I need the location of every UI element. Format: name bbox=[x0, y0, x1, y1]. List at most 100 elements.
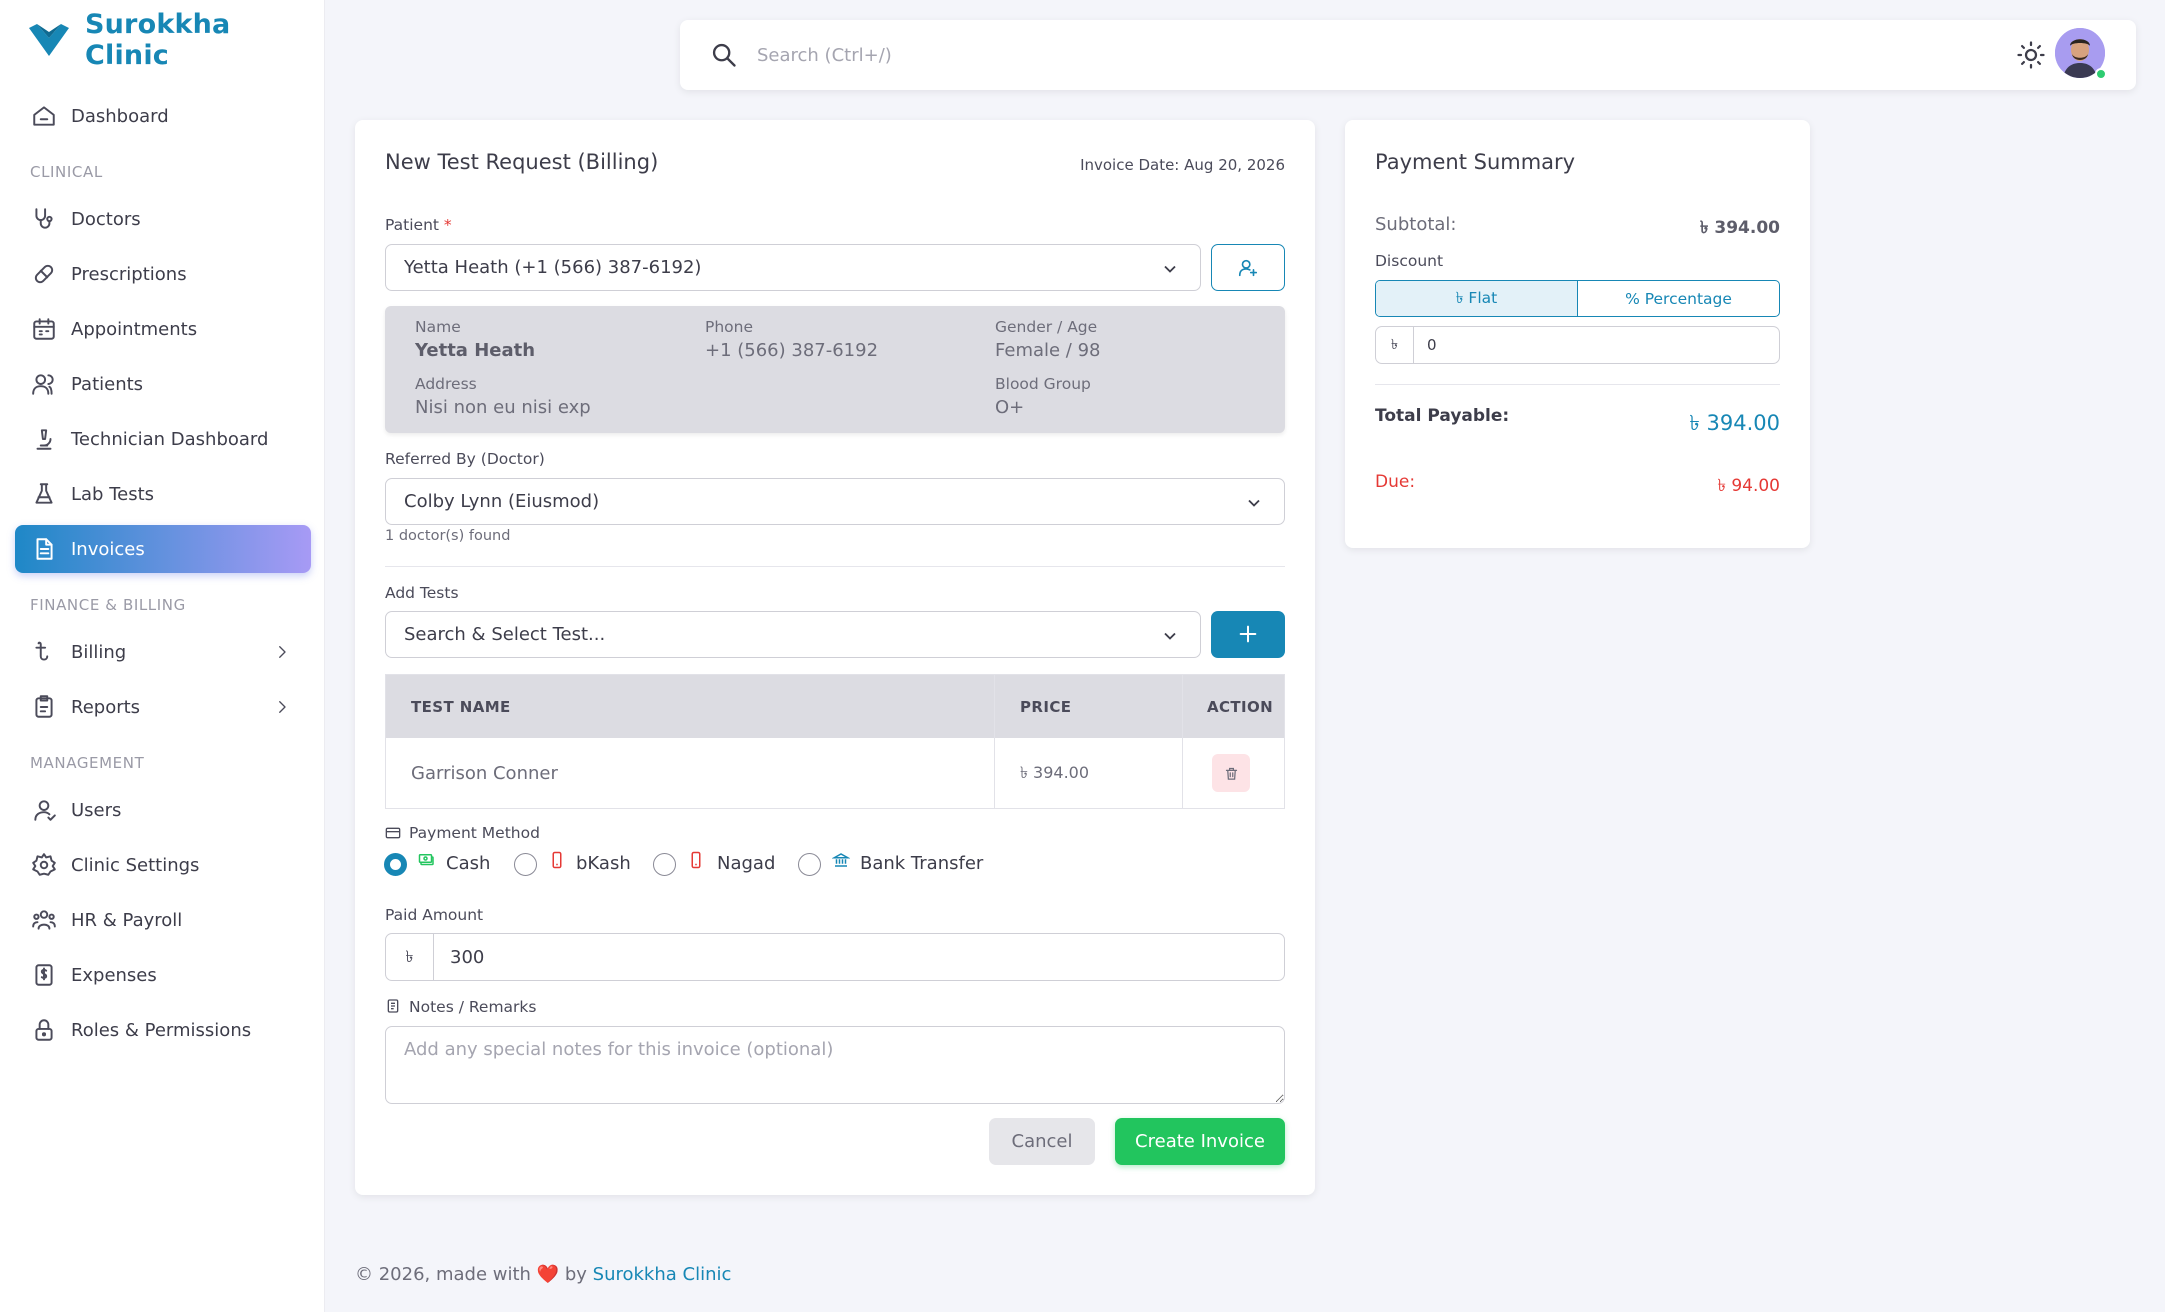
paid-amount-input[interactable] bbox=[434, 934, 1284, 980]
payment-nagad-radio[interactable] bbox=[653, 853, 676, 876]
mobile-icon bbox=[552, 851, 562, 869]
patient-gender-age-label: Gender / Age bbox=[995, 318, 1098, 336]
sun-icon[interactable] bbox=[2016, 40, 2046, 70]
due-value: ৳ 94.00 bbox=[1717, 476, 1780, 496]
sidebar-item-roles-permissions[interactable]: Roles & Permissions bbox=[15, 1006, 311, 1054]
sidebar-item-clinic-settings[interactable]: Clinic Settings bbox=[15, 841, 311, 889]
note-icon bbox=[387, 999, 399, 1013]
test-select[interactable]: Search & Select Test... bbox=[385, 611, 1201, 658]
patient-address: Nisi non eu nisi exp bbox=[415, 397, 591, 418]
subtotal-label: Subtotal: bbox=[1375, 214, 1457, 235]
footer-by: by bbox=[564, 1264, 587, 1285]
notes-textarea[interactable] bbox=[385, 1026, 1285, 1104]
invoice-date: Invoice Date: Aug 20, 2026 bbox=[1080, 156, 1285, 174]
sidebar-item-label: Doctors bbox=[71, 208, 141, 230]
currency-prefix: ৳ bbox=[386, 934, 434, 980]
cash-icon bbox=[418, 854, 434, 866]
receipt-icon bbox=[35, 964, 53, 986]
gear-icon bbox=[32, 853, 56, 876]
discount-input[interactable] bbox=[1414, 327, 1779, 363]
calendar-icon bbox=[33, 318, 55, 340]
sidebar-item-label: Roles & Permissions bbox=[71, 1019, 252, 1041]
sidebar-item-label: Billing bbox=[71, 641, 127, 663]
payment-bank-radio[interactable] bbox=[798, 853, 821, 876]
patient-blood-group: O+ bbox=[995, 397, 1025, 418]
sidebar-item-lab-tests[interactable]: Lab Tests bbox=[15, 470, 311, 518]
mobile-icon bbox=[691, 851, 701, 869]
payment-bank-label[interactable]: Bank Transfer bbox=[860, 853, 983, 874]
referred-doctor-select[interactable]: Colby Lynn (Eiusmod) bbox=[385, 478, 1285, 525]
paid-amount-field: ৳ bbox=[385, 933, 1285, 981]
sidebar: Surokkha Clinic Dashboard CLINICAL Docto… bbox=[0, 0, 325, 1312]
sidebar-item-label: Technician Dashboard bbox=[71, 428, 269, 450]
sidebar-item-label: Appointments bbox=[71, 318, 198, 340]
discount-type-toggle: ৳ Flat % Percentage bbox=[1375, 280, 1780, 317]
sidebar-item-technician-dashboard[interactable]: Technician Dashboard bbox=[15, 415, 311, 463]
flask-icon bbox=[35, 483, 53, 504]
sidebar-item-label: Clinic Settings bbox=[71, 854, 200, 876]
trash-icon bbox=[1225, 767, 1237, 780]
sidebar-item-label: Users bbox=[71, 799, 122, 821]
discount-percentage-button[interactable]: % Percentage bbox=[1578, 281, 1779, 316]
new-test-request-card: New Test Request (Billing) Invoice Date:… bbox=[355, 120, 1315, 1195]
online-status-dot bbox=[2095, 68, 2107, 80]
create-invoice-button[interactable]: Create Invoice bbox=[1115, 1118, 1285, 1165]
patient-phone-label: Phone bbox=[705, 318, 754, 336]
sidebar-item-label: Reports bbox=[71, 696, 141, 718]
patient-name-label: Name bbox=[415, 318, 461, 336]
sidebar-item-hr-payroll[interactable]: HR & Payroll bbox=[15, 896, 311, 944]
sidebar-item-appointments[interactable]: Appointments bbox=[15, 305, 311, 353]
paid-amount-label: Paid Amount bbox=[385, 906, 484, 924]
search-input[interactable] bbox=[757, 38, 1457, 72]
patient-select[interactable]: Yetta Heath (+1 (566) 387-6192) bbox=[385, 244, 1201, 291]
invoice-icon bbox=[36, 538, 53, 560]
notes-label: Notes / Remarks bbox=[409, 998, 537, 1016]
sidebar-item-label: HR & Payroll bbox=[71, 909, 183, 931]
payment-bkash-label[interactable]: bKash bbox=[576, 853, 631, 874]
sidebar-item-prescriptions[interactable]: Prescriptions bbox=[15, 250, 311, 298]
patient-phone: +1 (566) 387-6192 bbox=[705, 340, 879, 361]
discount-flat-button[interactable]: ৳ Flat bbox=[1376, 281, 1578, 316]
footer-brand-link[interactable]: Surokkha Clinic bbox=[593, 1264, 732, 1285]
sidebar-item-billing[interactable]: Billing bbox=[15, 628, 311, 676]
column-divider bbox=[1182, 738, 1183, 808]
cancel-button[interactable]: Cancel bbox=[989, 1118, 1095, 1165]
users-icon bbox=[32, 374, 54, 395]
brand-name: Surokkha Clinic bbox=[84, 9, 231, 71]
sidebar-section-finance: FINANCE & BILLING bbox=[30, 596, 186, 614]
sidebar-item-reports[interactable]: Reports bbox=[15, 683, 311, 731]
footer-text: © 2026, made with bbox=[355, 1264, 531, 1285]
payment-summary-card: Payment Summary Subtotal: ৳ 394.00 Disco… bbox=[1345, 120, 1810, 548]
payment-bkash-radio[interactable] bbox=[514, 853, 537, 876]
test-name-cell: Garrison Conner bbox=[411, 762, 558, 784]
sidebar-item-invoices[interactable]: Invoices bbox=[15, 525, 311, 573]
payment-cash-label[interactable]: Cash bbox=[446, 853, 490, 874]
plus-icon bbox=[1239, 625, 1257, 643]
patient-label-text: Patient bbox=[385, 216, 439, 234]
top-search-bar bbox=[680, 20, 2136, 90]
billing-icon bbox=[35, 641, 49, 661]
brand[interactable]: Surokkha Clinic bbox=[27, 9, 324, 71]
referred-doctor-value: Colby Lynn (Eiusmod) bbox=[404, 491, 600, 512]
delete-test-button[interactable] bbox=[1212, 754, 1250, 792]
search-icon[interactable] bbox=[710, 41, 738, 69]
patient-name: Yetta Heath bbox=[415, 340, 536, 361]
table-row: Garrison Conner ৳ 394.00 bbox=[386, 738, 1284, 808]
sidebar-section-management: MANAGEMENT bbox=[30, 754, 145, 772]
patient-label: Patient * bbox=[385, 216, 452, 234]
credit-card-icon bbox=[385, 827, 401, 839]
add-patient-button[interactable] bbox=[1211, 244, 1285, 291]
sidebar-item-users[interactable]: Users bbox=[15, 786, 311, 834]
add-test-button[interactable] bbox=[1211, 611, 1285, 658]
sidebar-item-label: Prescriptions bbox=[71, 263, 187, 285]
chevron-down-icon bbox=[1164, 632, 1176, 640]
sidebar-item-dashboard[interactable]: Dashboard bbox=[15, 92, 311, 140]
payment-cash-radio[interactable] bbox=[384, 853, 407, 876]
sidebar-item-expenses[interactable]: Expenses bbox=[15, 951, 311, 999]
sidebar-item-doctors[interactable]: Doctors bbox=[15, 195, 311, 243]
column-divider bbox=[994, 675, 995, 738]
chevron-right-icon bbox=[279, 646, 286, 658]
sidebar-item-patients[interactable]: Patients bbox=[15, 360, 311, 408]
payment-nagad-label[interactable]: Nagad bbox=[717, 853, 775, 874]
section-divider bbox=[385, 566, 1285, 567]
